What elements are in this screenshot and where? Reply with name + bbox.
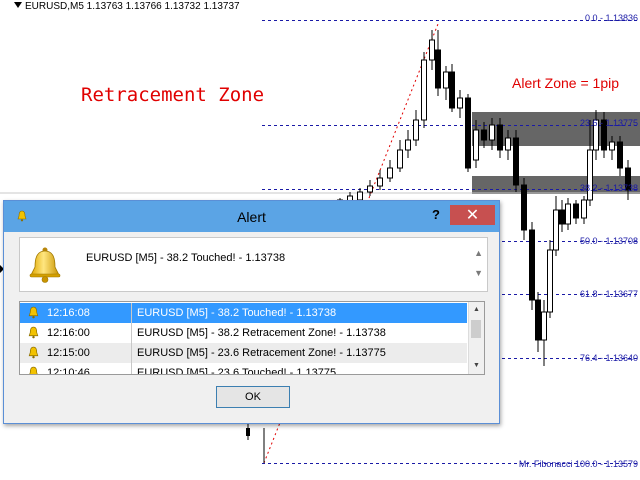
bell-icon bbox=[28, 326, 39, 339]
symbol-info: EURUSD,M5 1.13763 1.13766 1.13732 1.1373… bbox=[14, 1, 240, 12]
fib-label-61-8: 61.8 - 1.13677 bbox=[579, 289, 638, 299]
scroll-down-icon[interactable]: ▼ bbox=[474, 268, 483, 278]
candle-body bbox=[547, 249, 553, 313]
help-button[interactable]: ? bbox=[425, 205, 447, 225]
close-button[interactable]: ✕ bbox=[450, 205, 495, 225]
alert-time: 12:15:00 bbox=[47, 347, 90, 359]
candle-body bbox=[559, 209, 565, 225]
candle-body bbox=[457, 97, 463, 109]
fib-label-38-2: 38.2 - 1.13738 bbox=[579, 183, 638, 193]
symbol-info-text: EURUSD,M5 1.13763 1.13766 1.13732 1.1373… bbox=[25, 1, 240, 12]
candle-body bbox=[377, 177, 383, 187]
list-item[interactable]: 12:16:00 EURUSD [M5] - 38.2 Retracement … bbox=[20, 323, 467, 343]
candle-body bbox=[609, 141, 615, 151]
dropdown-triangle-icon[interactable] bbox=[14, 2, 22, 8]
candle-body bbox=[357, 191, 363, 201]
time-cell: 12:10:46 bbox=[20, 363, 132, 375]
fib-label-50: 50.0 - 1.13708 bbox=[579, 236, 638, 246]
list-item[interactable]: 12:15:00 EURUSD [M5] - 23.6 Retracement … bbox=[20, 343, 467, 363]
alert-history-list[interactable]: 12:16:08 EURUSD [M5] - 38.2 Touched! - 1… bbox=[19, 301, 485, 375]
list-item[interactable]: 12:10:46 EURUSD [M5] - 23.6 Touched! - 1… bbox=[20, 363, 467, 375]
candle-body bbox=[541, 311, 547, 341]
alert-time: 12:10:46 bbox=[47, 367, 90, 375]
candle-body bbox=[573, 203, 579, 219]
ok-button[interactable]: OK bbox=[216, 386, 290, 408]
candle-body bbox=[521, 184, 527, 231]
candle-body bbox=[443, 71, 449, 89]
candle-body bbox=[529, 229, 535, 301]
fib-label-0: 0.0 - 1.13836 bbox=[584, 13, 638, 23]
candle-body bbox=[387, 167, 393, 179]
candle-body bbox=[489, 124, 495, 141]
candle-body bbox=[581, 199, 587, 219]
candle-body bbox=[565, 203, 571, 225]
list-scrollbar[interactable]: ▲ ▼ bbox=[468, 302, 484, 374]
scrollbar-thumb[interactable] bbox=[471, 320, 481, 338]
alert-time: 12:16:08 bbox=[47, 307, 90, 319]
message-panel: EURUSD [M5] - 38.2 Touched! - 1.13738 ▲ … bbox=[19, 237, 488, 292]
alert-message: EURUSD [M5] - 38.2 Touched! - 1.13738 bbox=[86, 252, 286, 264]
bell-icon bbox=[29, 247, 61, 283]
alert-history-message: EURUSD [M5] - 23.6 Retracement Zone! - 1… bbox=[137, 347, 386, 359]
candle-body bbox=[535, 299, 541, 341]
alert-dialog: Alert ? ✕ EURUSD [M5] - 38.2 Touched! - … bbox=[3, 200, 500, 424]
candle-body bbox=[397, 149, 403, 169]
scroll-up-icon[interactable]: ▲ bbox=[474, 248, 483, 258]
candle-body bbox=[413, 119, 419, 141]
fib-label-23-6: 23.6 - 1.13775 bbox=[579, 118, 638, 128]
bell-icon bbox=[28, 346, 39, 359]
fib-label-76-4: 76.4 - 1.13640 bbox=[579, 353, 638, 363]
candle-body bbox=[421, 59, 427, 121]
bell-icon bbox=[28, 306, 39, 319]
candle-body bbox=[513, 137, 519, 186]
alert-time: 12:16:00 bbox=[47, 327, 90, 339]
candle-body bbox=[246, 428, 250, 436]
scroll-down-icon[interactable]: ▼ bbox=[473, 362, 480, 369]
candle-body bbox=[481, 129, 487, 141]
candle-body bbox=[367, 185, 373, 193]
candle-body bbox=[465, 97, 471, 169]
bell-icon bbox=[29, 366, 38, 374]
candle-body bbox=[473, 129, 479, 161]
candle-body bbox=[429, 39, 435, 61]
list-item[interactable]: 12:16:08 EURUSD [M5] - 38.2 Touched! - 1… bbox=[20, 303, 467, 323]
fib-label-100: Mr. Fibonacci 100.0 - 1.13579 bbox=[518, 459, 638, 469]
candle-body bbox=[497, 124, 503, 151]
candle-body bbox=[553, 209, 559, 251]
time-cell: 12:16:08 bbox=[20, 303, 132, 323]
candle-body bbox=[449, 71, 455, 109]
retracement-zone-label: Retracement Zone bbox=[81, 84, 265, 106]
time-cell: 12:16:00 bbox=[20, 323, 132, 343]
alert-history-message: EURUSD [M5] - 38.2 Retracement Zone! - 1… bbox=[137, 327, 386, 339]
alert-zone-label: Alert Zone = 1pip bbox=[512, 75, 620, 91]
alert-history-message: EURUSD [M5] - 38.2 Touched! - 1.13738 bbox=[137, 307, 337, 319]
candle-body bbox=[405, 139, 411, 151]
alert-history-message: EURUSD [M5] - 23.6 Touched! - 1.13775 bbox=[137, 367, 337, 375]
scroll-up-icon[interactable]: ▲ bbox=[473, 306, 480, 313]
time-cell: 12:15:00 bbox=[20, 343, 132, 363]
dialog-titlebar[interactable]: Alert ? ✕ bbox=[4, 201, 499, 232]
candle-body bbox=[505, 137, 511, 151]
candle-body bbox=[435, 49, 441, 89]
candle-body bbox=[617, 141, 623, 169]
